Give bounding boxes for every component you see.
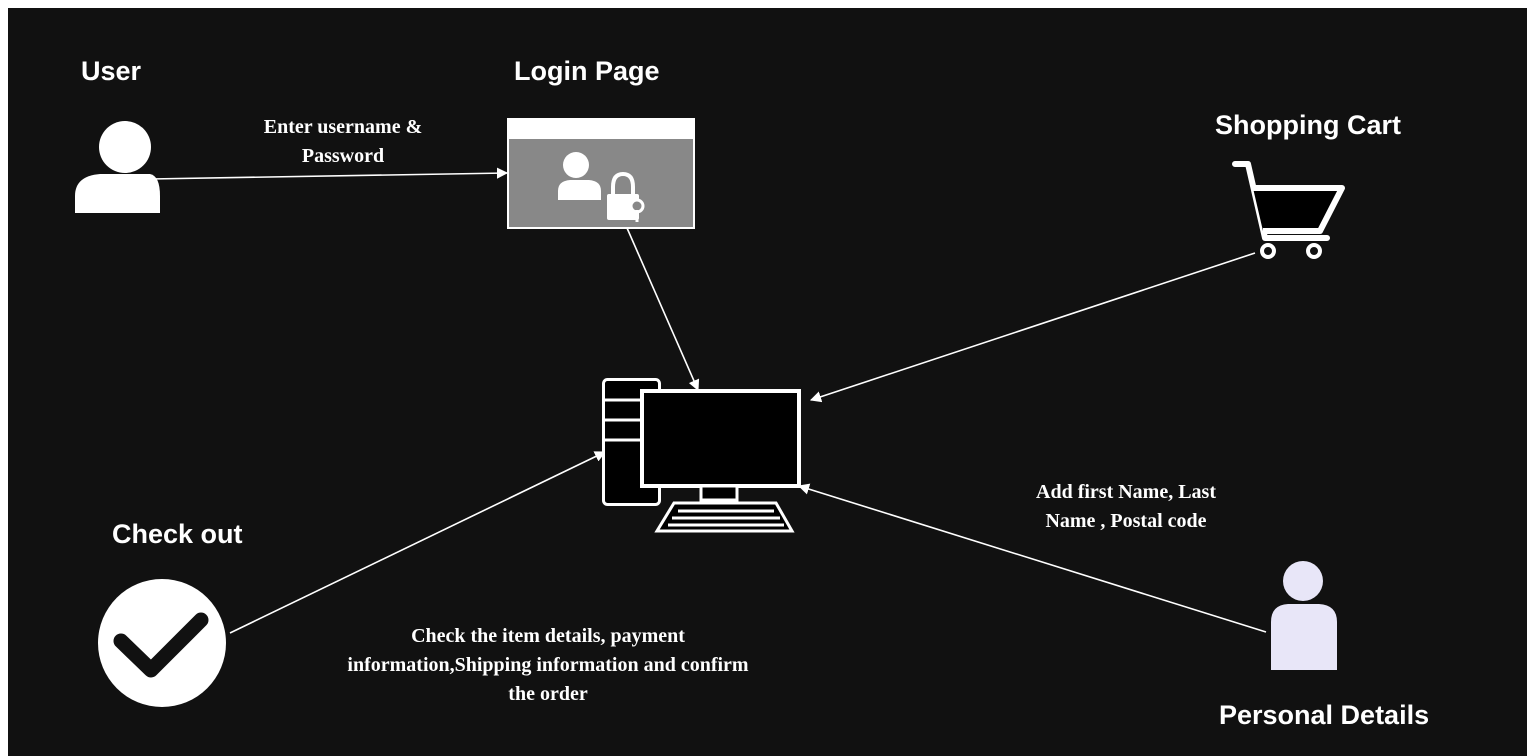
- edge-label-user-to-login: Enter username & Password: [183, 113, 503, 171]
- edge-label-line: Check the item details, payment: [411, 625, 685, 647]
- login-page-title: Login Page: [514, 56, 660, 86]
- edge-login-to-computer: [626, 227, 700, 392]
- person-icon: [1271, 561, 1337, 670]
- edge-label-details-to-computer: Add first Name, Last Name , Postal code: [966, 478, 1286, 536]
- user-icon: [75, 121, 160, 213]
- diagram-canvas: User Login Page Shopping Cart Check out …: [8, 8, 1527, 756]
- shopping-cart-title: Shopping Cart: [1215, 110, 1401, 140]
- edge-label-checkout-to-computer: Check the item details, payment informat…: [288, 622, 808, 709]
- personal-details-title: Personal Details: [1219, 700, 1430, 730]
- user-title: User: [81, 56, 142, 86]
- edge-checkout-to-computer: [229, 451, 607, 634]
- checkmark-circle-icon: [98, 579, 226, 707]
- edge-label-line: information,Shipping information and con…: [347, 654, 749, 676]
- edge-user-to-login: [149, 167, 509, 180]
- edge-label-line: Enter username &: [263, 116, 423, 138]
- login-window-icon: [507, 118, 695, 229]
- edge-label-line: Password: [301, 145, 385, 167]
- desktop-computer-icon: [602, 378, 801, 533]
- edge-cart-to-computer: [809, 252, 1256, 403]
- edge-label-line: Add first Name, Last: [1036, 481, 1216, 503]
- edge-label-line: the order: [508, 683, 588, 705]
- edge-label-line: Name , Postal code: [1045, 510, 1207, 532]
- check-out-title: Check out: [112, 519, 243, 549]
- shopping-cart-icon: [1232, 161, 1345, 259]
